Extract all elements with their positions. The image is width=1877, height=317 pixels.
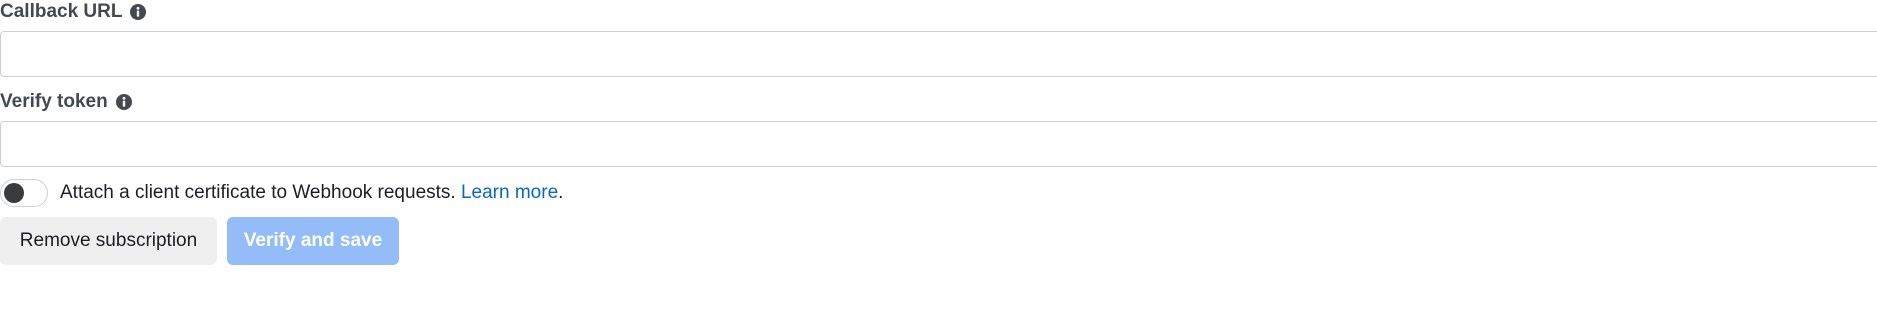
toggle-knob: [4, 183, 24, 203]
callback-url-input[interactable]: [0, 31, 1877, 77]
client-certificate-toggle[interactable]: [0, 179, 48, 207]
callback-url-label-row: Callback URL: [0, 0, 147, 24]
info-circle-icon[interactable]: [129, 3, 147, 21]
trailing-period: .: [558, 182, 564, 203]
callback-url-label: Callback URL: [0, 1, 123, 22]
info-circle-icon[interactable]: [115, 93, 133, 111]
verify-token-label: Verify token: [0, 91, 108, 112]
remove-subscription-button[interactable]: Remove subscription: [0, 217, 217, 265]
verify-token-input[interactable]: [0, 121, 1877, 167]
learn-more-link[interactable]: Learn more: [461, 182, 558, 203]
client-certificate-text-line: Attach a client certificate to Webhook r…: [60, 182, 563, 204]
verify-token-label-row: Verify token: [0, 90, 133, 114]
client-certificate-row: Attach a client certificate to Webhook r…: [0, 178, 563, 208]
webhook-subscription-form: Callback URL Verify token Attach a clien…: [0, 0, 1877, 317]
client-certificate-description: Attach a client certificate to Webhook r…: [60, 182, 456, 203]
verify-and-save-button[interactable]: Verify and save: [227, 217, 399, 265]
